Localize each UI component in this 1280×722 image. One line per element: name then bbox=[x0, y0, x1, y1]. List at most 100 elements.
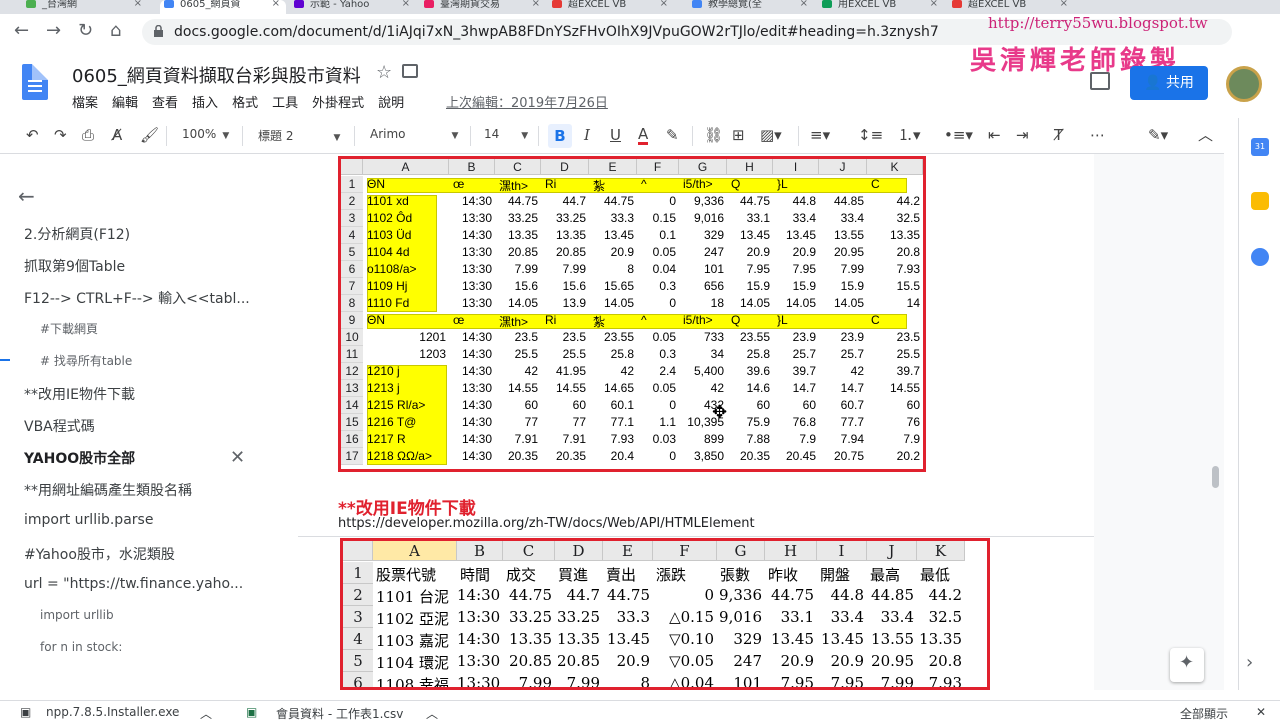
outline-item[interactable]: for n in stock: bbox=[40, 640, 122, 654]
close-icon[interactable]: ✕ bbox=[230, 447, 245, 468]
docs-logo-icon[interactable] bbox=[22, 64, 48, 100]
tab-close-icon[interactable]: × bbox=[532, 0, 540, 9]
browser-tab[interactable]: 用EXCEL VB × bbox=[818, 0, 944, 14]
tab-close-icon[interactable]: × bbox=[800, 0, 808, 9]
align-icon[interactable]: ≡▾ bbox=[810, 126, 830, 144]
close-outline-arrow-icon[interactable]: ← bbox=[18, 184, 35, 208]
italic-button[interactable]: I bbox=[584, 126, 590, 144]
sheet-cell: 13.35 bbox=[889, 228, 920, 242]
decrease-indent-icon[interactable]: ⇤ bbox=[988, 126, 1001, 144]
edit-mode-icon[interactable]: ✎▾ bbox=[1148, 126, 1168, 144]
outline-item[interactable]: VBA程式碼 bbox=[24, 416, 95, 436]
download-file-icon: ▣ bbox=[20, 705, 32, 719]
sheet-cell: 7.91 bbox=[514, 432, 538, 446]
move-folder-icon[interactable] bbox=[402, 64, 418, 78]
underline-button[interactable]: U bbox=[610, 126, 621, 144]
show-all-button[interactable]: 全部顯示 bbox=[1180, 705, 1228, 722]
bulleted-list-icon[interactable]: •≡▾ bbox=[944, 126, 973, 144]
outline-item[interactable]: #下載網頁 bbox=[40, 320, 98, 337]
outline-item[interactable]: # 找尋所有table bbox=[40, 352, 132, 369]
close-icon[interactable]: ✕ bbox=[1256, 705, 1266, 719]
sheet-cell: 20.95 bbox=[833, 245, 864, 259]
menu-item[interactable]: 工具 bbox=[272, 92, 298, 111]
font-select[interactable]: Arimo ▼ bbox=[370, 127, 458, 141]
tab-close-icon[interactable]: × bbox=[272, 0, 280, 9]
menu-item[interactable]: 插入 bbox=[192, 92, 218, 111]
print-icon[interactable]: ⎙ bbox=[82, 126, 94, 144]
browser-tab[interactable]: 超EXCEL VB × bbox=[948, 0, 1074, 14]
avatar[interactable] bbox=[1226, 66, 1262, 102]
keep-icon[interactable] bbox=[1251, 192, 1269, 210]
increase-indent-icon[interactable]: ⇥ bbox=[1016, 126, 1029, 144]
paint-format-icon[interactable]: 🖌 bbox=[140, 126, 159, 144]
menu-item[interactable]: 編輯 bbox=[112, 92, 138, 111]
sheet-cell: 14:30 bbox=[461, 330, 492, 344]
back-icon[interactable]: ← bbox=[14, 22, 29, 40]
reload-icon[interactable]: ↻ bbox=[78, 22, 93, 40]
text-color-button[interactable]: A bbox=[638, 126, 649, 145]
menu-item[interactable]: 格式 bbox=[232, 92, 258, 111]
spreadsheet-image-2[interactable]: A B C D E F G H I J K 1 股票代號 時間 成交 買進 賣出 漲跌 張數 昨收 開盤 最高 最低 2 110… bbox=[340, 538, 990, 690]
mdn-link[interactable]: https://developer.mozilla.org/zh-TW/docs… bbox=[338, 516, 755, 531]
spellcheck-icon[interactable]: A̸ bbox=[112, 126, 122, 144]
forward-icon[interactable]: → bbox=[46, 22, 61, 40]
spreadsheet-image-1[interactable]: A B C D E F G H I J K 1 ΘN œ 潶th> Ri 紮 ^ i5/th> Q}L C 2 1101 x… bbox=[338, 156, 926, 472]
tab-close-icon[interactable]: × bbox=[402, 0, 410, 9]
outline-item[interactable]: url = "https://tw.finance.yaho... bbox=[24, 576, 243, 592]
calendar-icon[interactable]: 31 bbox=[1251, 138, 1269, 156]
outline-item[interactable]: import urllib.parse bbox=[24, 512, 153, 528]
chevron-up-icon[interactable]: ︿ bbox=[200, 705, 212, 722]
last-edit-link[interactable]: 上次編輯：2019年7月26日 bbox=[446, 92, 608, 111]
menu-item[interactable]: 外掛程式 bbox=[312, 92, 364, 111]
bold-button[interactable]: B bbox=[548, 124, 572, 148]
insert-image-icon[interactable]: ▨▾ bbox=[760, 126, 782, 144]
outline-item[interactable]: #Yahoo股市，水泥類股 bbox=[24, 544, 175, 564]
browser-tab[interactable]: 教學總覽(全 × bbox=[688, 0, 814, 14]
clear-format-icon[interactable]: Ⱦ bbox=[1054, 126, 1063, 144]
download-item-1[interactable]: npp.7.8.5.Installer.exe bbox=[46, 705, 179, 719]
browser-tab[interactable]: 示範 - Yahoo × bbox=[290, 0, 416, 14]
tab-close-icon[interactable]: × bbox=[134, 0, 142, 9]
download-item-2[interactable]: 會員資料 - 工作表1.csv bbox=[276, 705, 403, 722]
browser-tab[interactable]: 0605_網頁資 × bbox=[160, 0, 286, 14]
menu-item[interactable]: 檔案 bbox=[72, 92, 98, 111]
scrollbar-thumb[interactable] bbox=[1212, 466, 1219, 488]
browser-tab[interactable]: 超EXCEL VB × bbox=[548, 0, 674, 14]
zoom-select[interactable]: 100% ▼ bbox=[182, 127, 229, 141]
menu-item[interactable]: 查看 bbox=[152, 92, 178, 111]
add-comment-icon[interactable]: ⊞ bbox=[732, 126, 745, 144]
tasks-icon[interactable] bbox=[1251, 248, 1269, 266]
tab-close-icon[interactable]: × bbox=[1060, 0, 1068, 9]
line-spacing-icon[interactable]: ↕≡ bbox=[858, 126, 883, 144]
collapse-menu-icon[interactable]: ︿ bbox=[1198, 126, 1213, 144]
link-icon[interactable]: ⛓ bbox=[704, 126, 723, 144]
highlight-icon[interactable]: ✎ bbox=[666, 126, 679, 144]
more-icon[interactable]: ⋯ bbox=[1090, 126, 1105, 144]
undo-icon[interactable]: ↶ bbox=[26, 126, 39, 144]
menu-item[interactable]: 說明 bbox=[378, 92, 404, 111]
outline-item[interactable]: YAHOO股市全部 bbox=[24, 448, 135, 468]
outline-item[interactable]: **改用IE物件下載 bbox=[24, 384, 135, 404]
browser-tab[interactable]: 臺灣期貨交易 × bbox=[420, 0, 546, 14]
redo-icon[interactable]: ↷ bbox=[54, 126, 67, 144]
outline-item[interactable]: **用網址編碼產生類股名稱 bbox=[24, 480, 192, 500]
style-select[interactable]: 標題 2 ▼ bbox=[258, 127, 340, 144]
outline-item[interactable]: import urllib bbox=[40, 608, 114, 622]
explore-button[interactable] bbox=[1170, 648, 1204, 682]
numbered-list-icon[interactable]: ⒈▾ bbox=[898, 126, 921, 144]
outline-item[interactable]: 抓取第9個Table bbox=[24, 256, 125, 276]
font-size-select[interactable]: 14 ▼ bbox=[484, 127, 528, 141]
chevron-up-icon[interactable]: ︿ bbox=[426, 705, 438, 722]
chevron-right-icon[interactable]: › bbox=[1246, 652, 1253, 673]
star-icon[interactable]: ☆ bbox=[376, 62, 392, 83]
tab-close-icon[interactable]: × bbox=[660, 0, 668, 9]
outline-item[interactable]: 2.分析網頁(F12) bbox=[24, 224, 130, 244]
share-button[interactable]: 👤 共用 bbox=[1130, 66, 1208, 100]
outline-item[interactable]: F12--> CTRL+F--> 輸入<<tabl... bbox=[24, 288, 250, 308]
sheet-cell: 3,850 bbox=[693, 449, 724, 463]
tab-close-icon[interactable]: × bbox=[930, 0, 938, 9]
document-title[interactable]: 0605_網頁資料擷取台彩與股市資料 bbox=[72, 62, 361, 88]
comment-icon[interactable] bbox=[1090, 72, 1110, 90]
browser-tab[interactable]: _台灣網 × bbox=[22, 0, 148, 14]
home-icon[interactable]: ⌂ bbox=[110, 22, 121, 40]
